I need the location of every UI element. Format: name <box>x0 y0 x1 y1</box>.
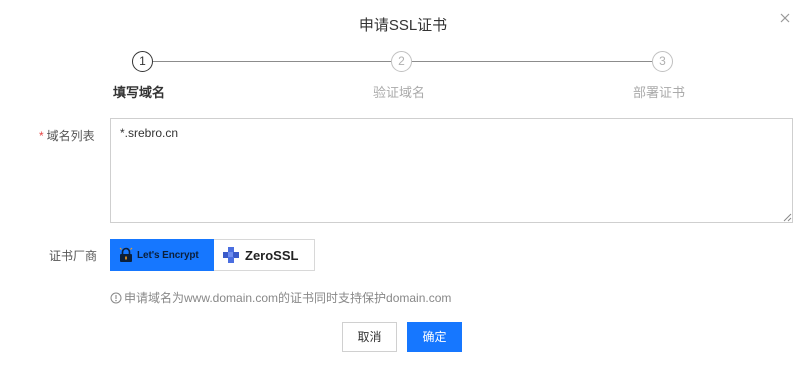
step-2-label: 验证域名 <box>373 85 426 100</box>
vendor-selector: Let's Encrypt ZeroSSL <box>110 239 315 271</box>
required-mark: * <box>39 129 44 143</box>
vendor-option-zerossl[interactable]: ZeroSSL <box>214 239 315 271</box>
domain-list-textarea[interactable] <box>110 118 793 223</box>
step-2-indicator: 2 <box>391 51 412 72</box>
lets-encrypt-logo <box>119 247 133 262</box>
step-connector <box>412 61 652 62</box>
dialog-title: 申请SSL证书 <box>358 17 448 34</box>
vendor-label: 证书厂商 <box>49 249 98 263</box>
confirm-button[interactable]: 确定 <box>407 322 462 352</box>
domain-hint-text: 申请域名为www.domain.com的证书同时支持保护domain.com <box>124 291 452 305</box>
step-3-label: 部署证书 <box>633 85 686 100</box>
zerossl-label: ZeroSSL <box>245 247 299 263</box>
step-connector <box>153 61 391 62</box>
domain-list-label: * 域名列表 <box>39 127 95 144</box>
step-3-indicator: 3 <box>652 51 673 72</box>
lets-encrypt-label: Let's Encrypt <box>137 249 199 261</box>
ssl-certificate-dialog: 申请SSL证书 1 2 3 填写域名 验证域名 部署证书 *域名列表 证书厂商 <box>0 0 806 366</box>
zerossl-logo <box>223 247 239 263</box>
close-icon[interactable] <box>776 9 794 27</box>
step-1-indicator: 1 <box>132 51 153 72</box>
domain-list-label-text: 域名列表 <box>46 129 95 143</box>
info-circle-icon <box>110 292 122 303</box>
domain-hint: 申请域名为www.domain.com的证书同时支持保护domain.com <box>110 289 451 306</box>
vendor-option-lets-encrypt[interactable]: Let's Encrypt <box>110 239 214 271</box>
step-1-label: 填写域名 <box>113 85 166 100</box>
cancel-button[interactable]: 取消 <box>342 322 397 352</box>
